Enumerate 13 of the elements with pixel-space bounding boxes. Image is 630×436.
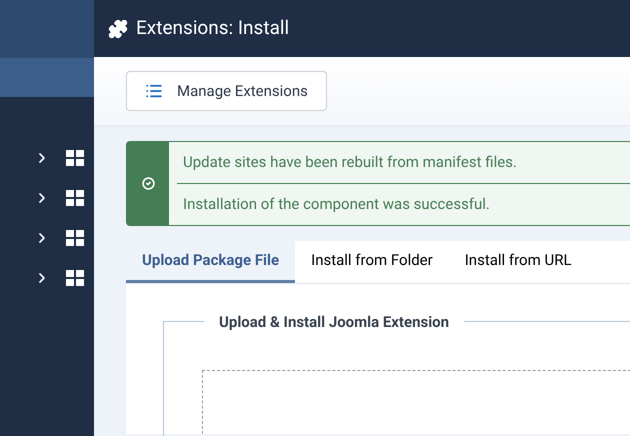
- manage-extensions-button[interactable]: Manage Extensions: [126, 71, 327, 111]
- grid-icon: [66, 150, 84, 166]
- page-title: Extensions: Install: [136, 15, 290, 42]
- alert-message: Installation of the component was successful.: [177, 183, 630, 225]
- grid-icon: [66, 230, 84, 246]
- tab[interactable]: Upload Package File: [126, 241, 296, 283]
- puzzle-icon: [108, 18, 128, 38]
- grid-icon: [66, 270, 84, 286]
- alert-message: Update sites have been rebuilt from manifest files.: [182, 152, 518, 174]
- list-icon: [145, 82, 163, 100]
- sidebar-toggle[interactable]: [0, 58, 94, 97]
- grid-icon: [66, 190, 84, 206]
- check-circle-icon: [142, 177, 154, 190]
